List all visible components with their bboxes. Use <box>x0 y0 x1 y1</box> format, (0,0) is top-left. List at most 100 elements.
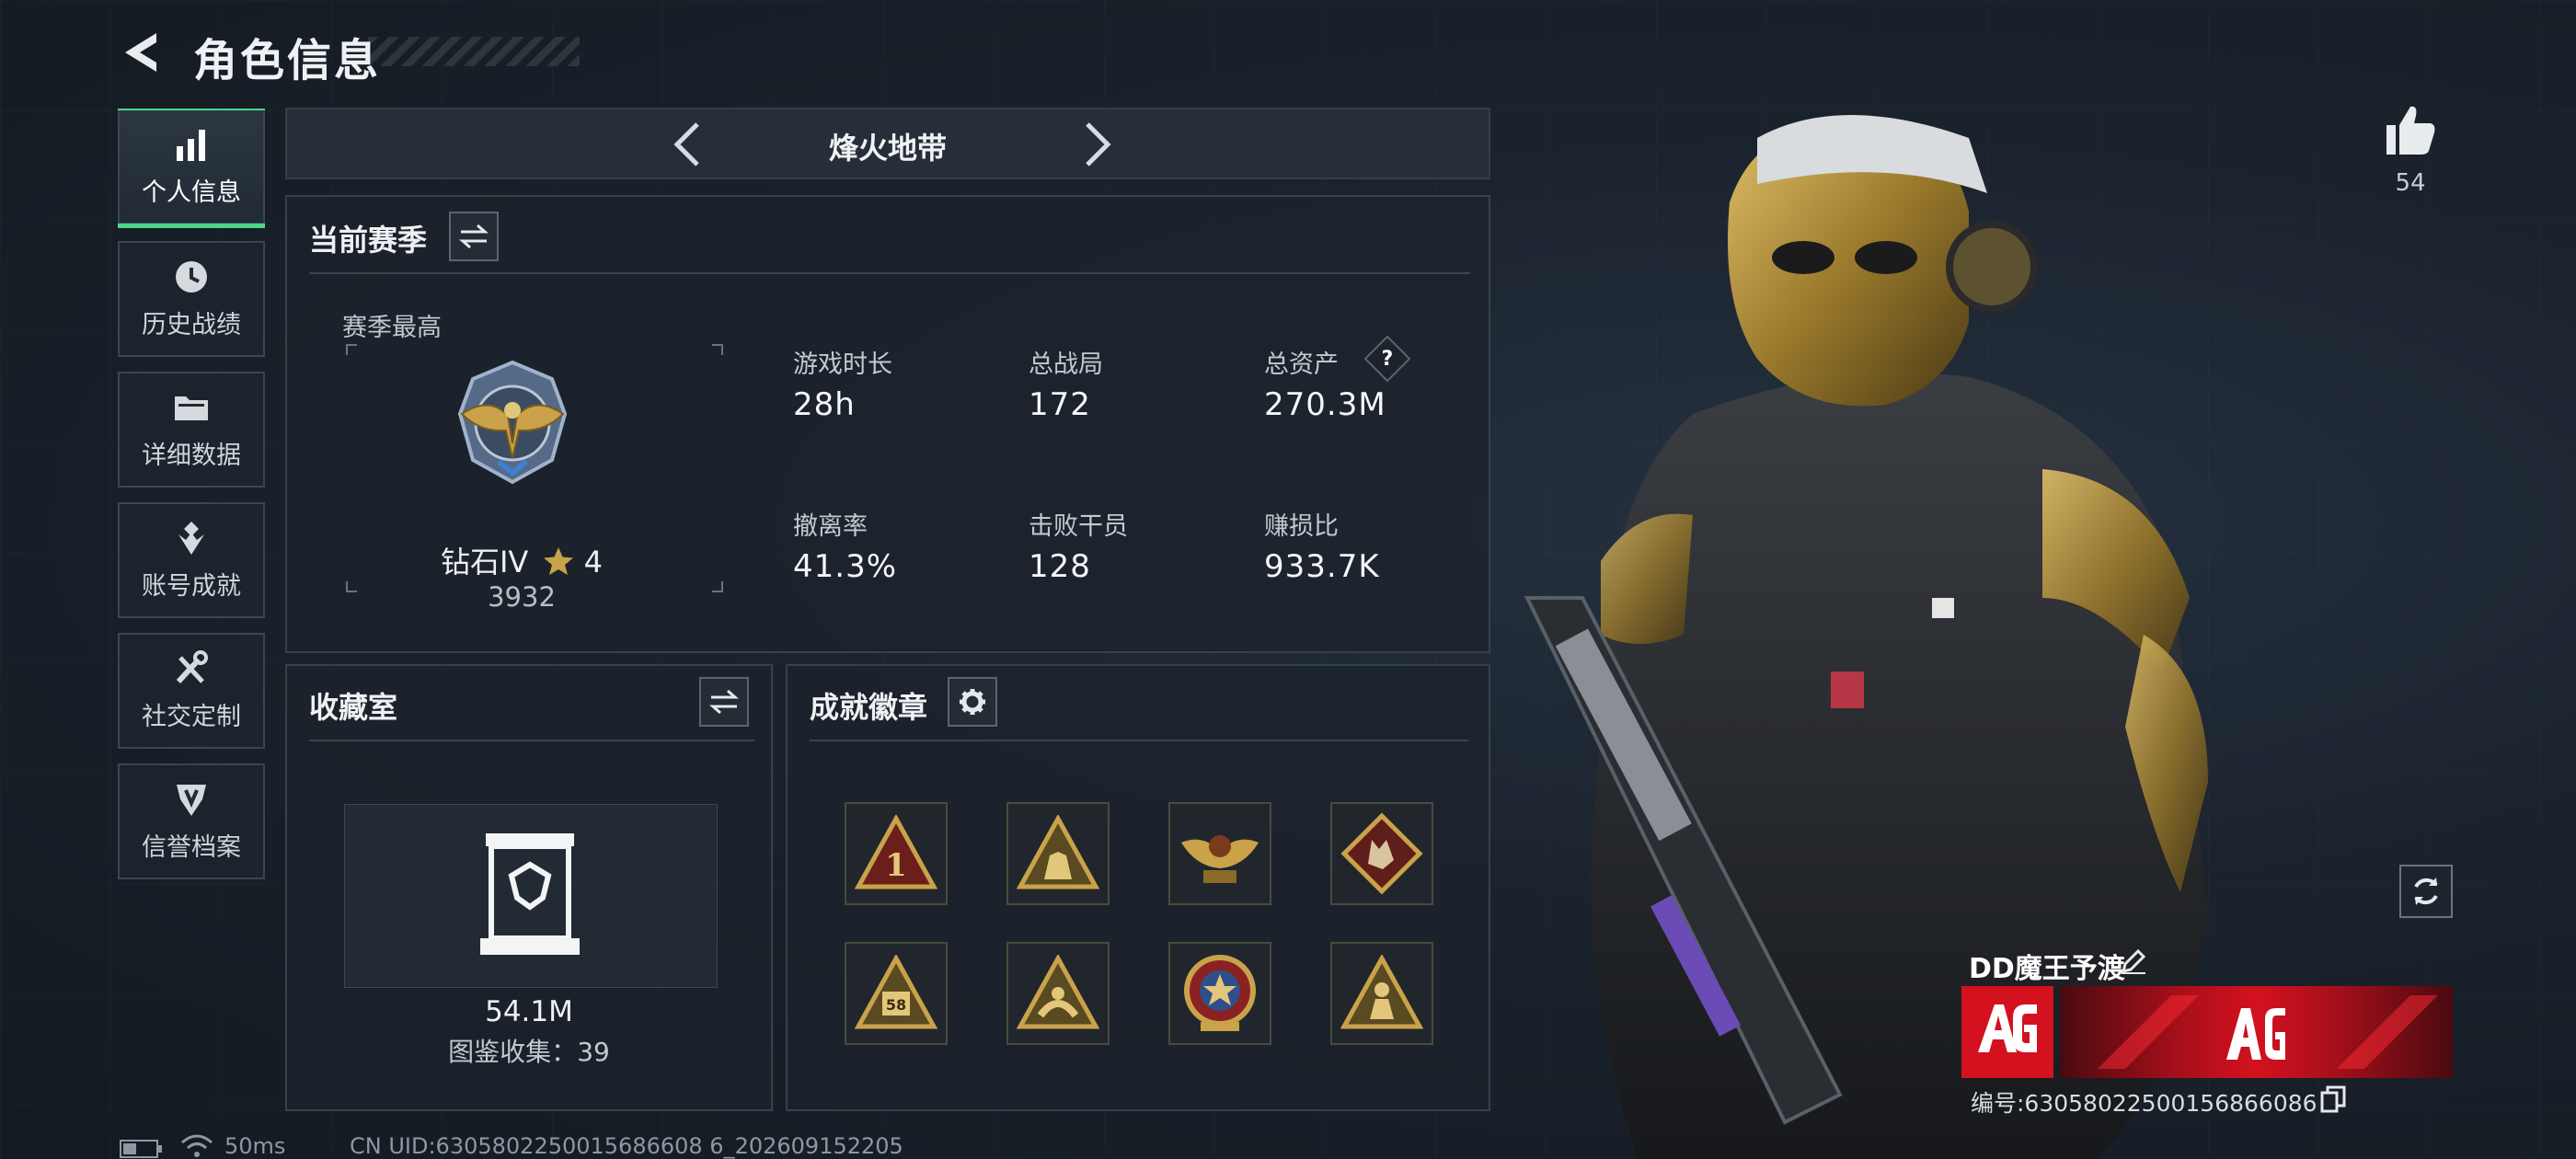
player-name: DD魔王予渡 <box>1969 953 2125 985</box>
stat-label-playtime: 游戏时长 <box>793 350 892 379</box>
team-logo-avatar <box>1961 986 2053 1078</box>
collection-room-panel[interactable]: 收藏室 54.1M 图鉴收集：39 <box>285 664 773 1111</box>
rank-name: 钻石IV <box>440 545 529 580</box>
svg-text:58: 58 <box>886 996 906 1014</box>
diamond-rank-emblem-icon <box>457 360 568 485</box>
network-ping: 50ms <box>224 1133 286 1159</box>
nav-item-personal-info[interactable]: 个人信息 <box>118 109 265 228</box>
season-switch-button[interactable] <box>449 212 499 261</box>
badge-tile[interactable] <box>1330 802 1433 905</box>
nav-label: 账号成就 <box>142 571 241 601</box>
nav-label: 详细数据 <box>142 441 241 470</box>
rank-stars: 4 <box>583 545 604 580</box>
bar-chart-icon <box>177 129 205 161</box>
stat-value-total-matches: 172 <box>1029 386 1091 423</box>
ag-banner-graphic <box>2098 995 2438 1069</box>
battery-icon <box>120 1140 162 1158</box>
divider <box>309 740 754 741</box>
nav-label: 社交定制 <box>142 702 241 731</box>
copy-icon[interactable] <box>2320 1085 2346 1113</box>
figure-triangle-badge-icon <box>1340 955 1423 1029</box>
nav-item-detailed-data[interactable]: 详细数据 <box>118 372 265 488</box>
swap-icon <box>459 224 489 249</box>
svg-text:1: 1 <box>885 847 907 884</box>
badge-settings-button[interactable] <box>948 677 997 727</box>
divider <box>810 740 1468 741</box>
catalog-label: 图鉴收集： <box>448 1037 578 1067</box>
rank-score: 3932 <box>488 581 556 613</box>
badge-tile[interactable] <box>1168 942 1271 1045</box>
star-medal-badge-icon <box>1184 955 1256 1031</box>
badges-title: 成就徽章 <box>810 690 928 725</box>
divider <box>309 272 1470 274</box>
winged-crest-badge-icon <box>1181 835 1259 883</box>
swap-icon <box>709 689 739 715</box>
edit-pencil-icon[interactable] <box>2120 947 2147 975</box>
badge-tile[interactable] <box>1330 942 1433 1045</box>
help-icon[interactable]: ? <box>1363 335 1411 383</box>
number-58-triangle-badge-icon: 58 <box>855 955 937 1029</box>
frame-corner <box>346 344 357 355</box>
badge-tile[interactable]: 58 <box>845 942 948 1045</box>
team-banner <box>2061 986 2453 1078</box>
badge-tile[interactable] <box>1168 802 1271 905</box>
rank-star-icon <box>544 547 574 575</box>
nav-item-achievements[interactable]: 账号成就 <box>118 502 265 618</box>
catalog-count: 39 <box>577 1037 610 1067</box>
soldiers-triangle-badge-icon <box>1017 815 1099 889</box>
ag-team-logo-icon <box>1978 1004 2037 1052</box>
help-mark: ? <box>1381 347 1394 371</box>
badge-tile[interactable] <box>1006 802 1110 905</box>
display-case-icon <box>480 833 580 955</box>
catalog-line: 图鉴收集：39 <box>287 1032 771 1069</box>
stat-label-profit-ratio: 赚损比 <box>1264 512 1339 541</box>
frame-corner <box>346 581 357 592</box>
nav-label: 信誉档案 <box>142 832 241 862</box>
mode-selector: 烽火地带 <box>285 108 1490 179</box>
stat-value-profit-ratio: 933.7K <box>1264 548 1380 585</box>
chevron-right-icon[interactable] <box>1069 119 1121 170</box>
nav-item-history[interactable]: 历史战绩 <box>118 241 265 357</box>
client-uid: CN UID:6305802250015686608 6_20260915220… <box>350 1133 903 1159</box>
tools-icon <box>176 649 208 683</box>
wifi-icon <box>181 1134 213 1157</box>
wolf-diamond-badge-icon <box>1340 812 1423 895</box>
clock-icon <box>176 260 207 293</box>
season-best-label: 赛季最高 <box>342 314 442 342</box>
stat-label-total-matches: 总战局 <box>1029 350 1103 379</box>
stat-label-total-assets: 总资产 <box>1264 350 1339 379</box>
folder-icon <box>175 396 208 420</box>
collection-title: 收藏室 <box>309 690 398 725</box>
page-title: 角色信息 <box>193 35 382 86</box>
stat-value-playtime: 28h <box>793 386 856 423</box>
stat-value-total-assets: 270.3M <box>1264 386 1386 423</box>
gear-icon <box>960 689 985 715</box>
back-arrow-icon[interactable] <box>120 29 166 75</box>
nav-label: 个人信息 <box>142 178 241 207</box>
stat-value-extraction-rate: 41.3% <box>793 548 898 585</box>
nav-item-reputation[interactable]: 信誉档案 <box>118 763 265 879</box>
collection-value: 54.1M <box>485 995 573 1028</box>
frame-corner <box>712 581 723 592</box>
hands-triangle-badge-icon <box>1017 955 1099 1029</box>
collection-switch-button[interactable] <box>699 677 749 727</box>
refresh-icon <box>2414 878 2438 905</box>
badge-tile[interactable] <box>1006 942 1110 1045</box>
mode-name: 烽火地带 <box>828 131 947 166</box>
rotate-model-button[interactable] <box>2399 865 2453 918</box>
shield-emblem-icon <box>177 784 206 816</box>
season-title: 当前赛季 <box>309 223 428 258</box>
like-count: 54 <box>2395 169 2426 197</box>
nav-label: 历史战绩 <box>142 310 241 339</box>
title-stripes-decoration <box>368 37 580 66</box>
badge-tile[interactable]: 1 <box>845 802 948 905</box>
thumbs-up-icon[interactable] <box>2381 101 2438 158</box>
stat-label-operators-defeated: 击败干员 <box>1029 512 1128 541</box>
nav-item-social-custom[interactable]: 社交定制 <box>118 633 265 749</box>
rank-line: 钻石IV 4 <box>370 539 673 581</box>
current-season-panel: 当前赛季 赛季最高 钻石IV 4 3932 游戏时长 28h 总战局 172 总… <box>285 195 1490 653</box>
frame-corner <box>712 344 723 355</box>
stat-label-extraction-rate: 撤离率 <box>793 512 868 541</box>
stat-value-operators-defeated: 128 <box>1029 548 1091 585</box>
achievement-badge-icon <box>178 521 204 555</box>
